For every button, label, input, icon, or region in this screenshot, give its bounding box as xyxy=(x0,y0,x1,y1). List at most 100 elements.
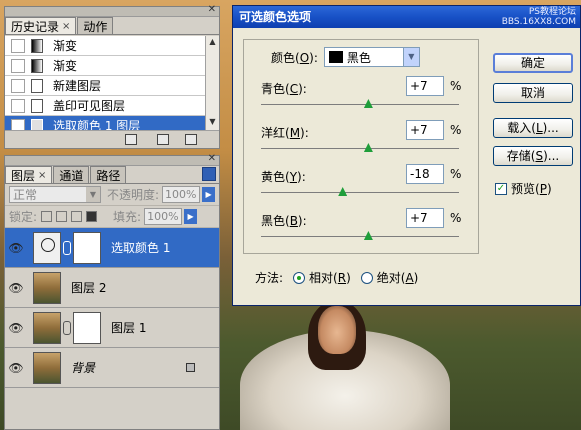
panel-close-icon[interactable]: ✕ xyxy=(208,153,216,164)
load-button[interactable]: 载入(L)... xyxy=(493,118,573,138)
cyan-slider-track[interactable] xyxy=(261,104,459,105)
cyan-input[interactable]: +7 xyxy=(406,76,444,96)
magenta-input[interactable]: +7 xyxy=(406,120,444,140)
lock-move-icon[interactable] xyxy=(71,211,83,222)
link-chain-icon[interactable] xyxy=(63,320,71,335)
chevron-down-icon: ▼ xyxy=(402,48,419,66)
scroll-up-icon[interactable]: ▲ xyxy=(207,37,218,49)
blend-mode-select[interactable]: 正常 ▼ xyxy=(9,186,101,203)
black-input[interactable]: +7 xyxy=(406,208,444,228)
lock-icon xyxy=(186,363,195,372)
fill-input[interactable]: 100% xyxy=(144,208,183,225)
chevron-down-icon: ▼ xyxy=(86,187,100,202)
relative-label: 相对(R) xyxy=(309,271,351,285)
layers-panel-grip[interactable]: ✕ xyxy=(5,153,219,166)
history-source-checkbox[interactable] xyxy=(11,58,25,73)
eye-icon[interactable]: 👁 xyxy=(5,241,27,255)
save-button[interactable]: 存储(S)... xyxy=(493,146,573,166)
history-source-checkbox[interactable] xyxy=(11,78,25,93)
fill-label: 填充: xyxy=(113,210,142,224)
opacity-label: 不透明度: xyxy=(107,188,160,202)
relative-radio[interactable] xyxy=(293,271,306,284)
history-scrollbar[interactable]: ▲ ▼ xyxy=(205,36,219,130)
history-item-label: 渐变 xyxy=(53,39,78,53)
colors-row: 颜色(O): 黑色 ▼ xyxy=(271,47,420,67)
opacity-slider-arrow-icon[interactable]: ▶ xyxy=(202,187,216,202)
tab-close-icon[interactable]: × xyxy=(38,170,46,181)
watermark-line1: PS教程论坛 xyxy=(528,7,576,17)
scroll-down-icon[interactable]: ▼ xyxy=(207,117,218,129)
panel-menu-icon[interactable] xyxy=(202,167,216,181)
history-source-checkbox[interactable] xyxy=(11,118,25,130)
lock-brush-icon[interactable] xyxy=(56,211,68,222)
history-source-checkbox[interactable] xyxy=(11,98,25,113)
doc-icon xyxy=(31,78,43,93)
layer-thumbnail xyxy=(33,271,61,304)
preview-checkbox[interactable]: ✓ xyxy=(495,182,507,195)
selective-color-dialog: 可选颜色选项 PS教程论坛 BBS.16XX8.COM 颜色(O): 黑色 ▼ 青… xyxy=(232,5,581,306)
magenta-label: 洋红(M): xyxy=(261,126,309,140)
lock-all-icon[interactable] xyxy=(86,211,98,222)
cancel-button[interactable]: 取消 xyxy=(493,83,573,103)
method-label: 方法: xyxy=(255,271,284,285)
link-chain-icon[interactable] xyxy=(63,240,71,255)
layer-row-selective-color[interactable]: 👁 选取颜色 1 xyxy=(5,228,219,268)
history-item[interactable]: 新建图层 xyxy=(5,76,205,96)
tab-history[interactable]: 历史记录 × xyxy=(5,17,77,34)
cyan-label: 青色(C): xyxy=(261,82,307,96)
colors-select[interactable]: 黑色 ▼ xyxy=(323,47,420,67)
doc-icon xyxy=(31,98,43,113)
history-panel-grip[interactable]: ✕ xyxy=(5,4,219,17)
history-panel: ✕ 历史记录 × 动作 渐变 渐变 新建图层 盖印可见图层 选取颜色 1 图层 ▲… xyxy=(4,4,220,149)
eye-icon[interactable]: 👁 xyxy=(5,321,27,335)
fill-slider-arrow-icon[interactable]: ▶ xyxy=(184,209,198,224)
camera-icon[interactable] xyxy=(157,134,169,145)
watermark: PS教程论坛 BBS.16XX8.COM xyxy=(502,7,576,27)
tab-layers[interactable]: 图层 × xyxy=(5,166,53,183)
gradient-icon xyxy=(31,58,43,73)
tab-paths[interactable]: 路径 xyxy=(90,166,127,183)
black-slider-track[interactable] xyxy=(261,236,459,237)
history-tabs: 历史记录 × 动作 xyxy=(5,17,219,35)
history-item[interactable]: 渐变 xyxy=(5,36,205,56)
layer-row-2[interactable]: 👁 图层 2 xyxy=(5,268,219,308)
history-item[interactable]: 渐变 xyxy=(5,56,205,76)
eye-icon[interactable]: 👁 xyxy=(5,361,27,375)
tab-close-icon[interactable]: × xyxy=(62,21,70,32)
panel-close-icon[interactable]: ✕ xyxy=(208,4,216,15)
new-document-icon[interactable] xyxy=(125,134,137,145)
history-item[interactable]: 盖印可见图层 xyxy=(5,96,205,116)
layers-tabs: 图层 × 通道 路径 xyxy=(5,166,219,184)
history-source-checkbox[interactable] xyxy=(11,38,25,53)
absolute-label: 绝对(A) xyxy=(376,271,419,285)
tab-paths-label: 路径 xyxy=(96,168,121,183)
yellow-slider-track[interactable] xyxy=(261,192,459,193)
yellow-input[interactable]: -18 xyxy=(406,164,444,184)
gradient-icon xyxy=(31,38,43,53)
layer-row-background[interactable]: 👁 背景 xyxy=(5,348,219,388)
tab-channels-label: 通道 xyxy=(59,168,84,183)
layer-mask-thumbnail[interactable] xyxy=(73,231,101,264)
magenta-slider-track[interactable] xyxy=(261,148,459,149)
lock-transparent-icon[interactable] xyxy=(41,211,53,222)
tab-actions[interactable]: 动作 xyxy=(77,17,114,34)
history-item-label: 盖印可见图层 xyxy=(53,99,126,113)
trash-icon[interactable] xyxy=(185,134,197,145)
ok-button[interactable]: 确定 xyxy=(493,53,573,73)
preview-checkbox-row[interactable]: ✓ 预览(P) xyxy=(495,180,552,197)
history-item-selected[interactable]: 选取颜色 1 图层 xyxy=(5,116,205,130)
colors-label: 颜色(O): xyxy=(271,50,318,65)
history-item-label: 选取颜色 1 图层 xyxy=(53,119,141,130)
history-footer xyxy=(5,130,219,148)
layer-row-1[interactable]: 👁 图层 1 xyxy=(5,308,219,348)
eye-icon[interactable]: 👁 xyxy=(5,281,27,295)
layers-panel: ✕ 图层 × 通道 路径 正常 ▼ 不透明度: 100% ▶ 锁定: 填充: 100… xyxy=(4,153,220,430)
absolute-radio[interactable] xyxy=(360,271,373,284)
lock-row: 锁定: 填充: 100% ▶ xyxy=(5,206,219,228)
dialog-titlebar[interactable]: 可选颜色选项 PS教程论坛 BBS.16XX8.COM xyxy=(233,6,580,28)
tab-channels[interactable]: 通道 xyxy=(53,166,90,183)
opacity-input[interactable]: 100% xyxy=(162,186,201,203)
percent-label: % xyxy=(450,211,462,225)
blend-mode-value: 正常 xyxy=(13,188,38,202)
layer-mask-thumbnail[interactable] xyxy=(73,311,101,344)
